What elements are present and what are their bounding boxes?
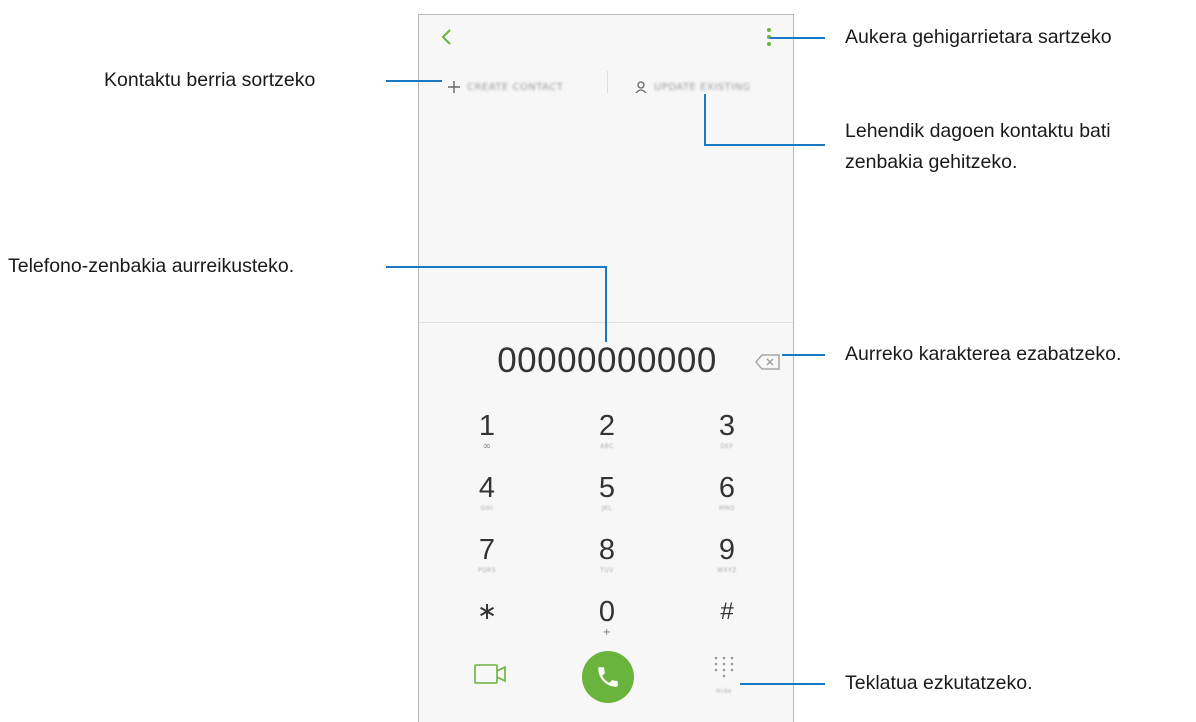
callout-line-more-options: [770, 37, 825, 39]
key-letters: DEF: [720, 443, 734, 450]
call-button[interactable]: [582, 651, 634, 703]
key-2[interactable]: 2 ABC: [547, 404, 667, 466]
key-letters: GHI: [480, 505, 494, 512]
key-digit: ∗: [476, 598, 498, 625]
key-digit: 8: [598, 534, 616, 566]
key-digit: 3: [718, 410, 736, 442]
key-letters: WXYZ: [717, 567, 737, 574]
key-digit: 5: [598, 472, 616, 504]
callout-line-update-vertical: [704, 94, 706, 145]
key-letters: MNO: [719, 505, 735, 512]
call-actions-row: Hide: [419, 647, 793, 717]
callout-preview-number: Telefono-zenbakia aurreikusteko.: [8, 255, 295, 277]
contact-actions: CREATE CONTACT UPDATE EXISTING: [419, 67, 793, 107]
top-bar: [419, 15, 793, 59]
key-digit: 9: [718, 534, 736, 566]
key-digit: 0: [598, 596, 616, 628]
key-digit: 6: [718, 472, 736, 504]
action-divider: [607, 71, 608, 93]
callout-line-update-horizontal: [704, 144, 825, 146]
callout-line-hide-keypad: [740, 683, 825, 685]
key-0[interactable]: 0 +: [547, 590, 667, 652]
key-plus: +: [602, 627, 612, 638]
plus-icon: [448, 81, 460, 93]
callout-more-options: Aukera gehigarrietara sartzeko: [845, 26, 1112, 48]
key-star[interactable]: ∗: [427, 590, 547, 652]
key-digit: 7: [478, 534, 496, 566]
create-contact-button[interactable]: CREATE CONTACT: [447, 67, 563, 107]
callout-line-preview-horizontal: [386, 266, 607, 268]
create-contact-label: CREATE CONTACT: [467, 81, 564, 93]
key-3[interactable]: 3 DEF: [667, 404, 787, 466]
back-button[interactable]: [435, 25, 459, 49]
voicemail-icon: ∞: [482, 441, 492, 452]
dialpad-icon: [714, 656, 734, 678]
callout-line-preview-vertical: [605, 266, 607, 342]
key-digit: 1: [478, 410, 496, 442]
video-camera-icon: [474, 664, 506, 684]
callout-create-contact: Kontaktu berria sortzeko: [104, 69, 316, 91]
person-icon: [635, 81, 647, 94]
video-call-button[interactable]: [473, 661, 509, 687]
key-digit: #: [720, 598, 734, 625]
callout-update-existing-line2: zenbakia gehitzeko.: [845, 151, 1018, 173]
update-existing-label: UPDATE EXISTING: [654, 81, 751, 93]
key-1[interactable]: 1 ∞: [427, 404, 547, 466]
key-letters: TUV: [600, 567, 614, 574]
key-digit: 4: [478, 472, 496, 504]
key-letters: [427, 628, 547, 638]
key-7[interactable]: 7 PQRS: [427, 528, 547, 590]
key-5[interactable]: 5 JKL: [547, 466, 667, 528]
hide-keypad-button[interactable]: Hide: [709, 653, 739, 695]
key-letters: [667, 628, 787, 638]
callout-line-create-contact: [386, 80, 442, 82]
key-letters: PQRS: [477, 567, 497, 574]
phone-number-display: 00000000000: [497, 341, 717, 380]
keypad: 1 ∞ 2 ABC 3 DEF 4 GHI 5 JKL 6 MNO 7 PQRS…: [419, 404, 793, 644]
key-8[interactable]: 8 TUV: [547, 528, 667, 590]
callout-hide-keypad: Teklatua ezkutatzeko.: [845, 672, 1033, 694]
phone-dialer-screen: CREATE CONTACT UPDATE EXISTING 000000000…: [418, 14, 794, 722]
key-hash[interactable]: #: [667, 590, 787, 652]
callout-delete-char: Aurreko karakterea ezabatzeko.: [845, 343, 1122, 365]
hide-keypad-label: Hide: [716, 688, 732, 695]
callout-update-existing-line1: Lehendik dagoen kontaktu bati: [845, 120, 1111, 142]
key-6[interactable]: 6 MNO: [667, 466, 787, 528]
phone-icon: [598, 667, 618, 687]
key-9[interactable]: 9 WXYZ: [667, 528, 787, 590]
backspace-button[interactable]: [755, 353, 781, 371]
chevron-left-icon: [441, 29, 451, 45]
key-letters: ABC: [600, 443, 614, 450]
backspace-icon: [755, 354, 780, 370]
callout-line-delete-char: [782, 354, 825, 356]
update-existing-button[interactable]: UPDATE EXISTING: [634, 67, 751, 107]
key-letters: JKL: [601, 505, 613, 512]
key-digit: 2: [598, 410, 616, 442]
key-4[interactable]: 4 GHI: [427, 466, 547, 528]
